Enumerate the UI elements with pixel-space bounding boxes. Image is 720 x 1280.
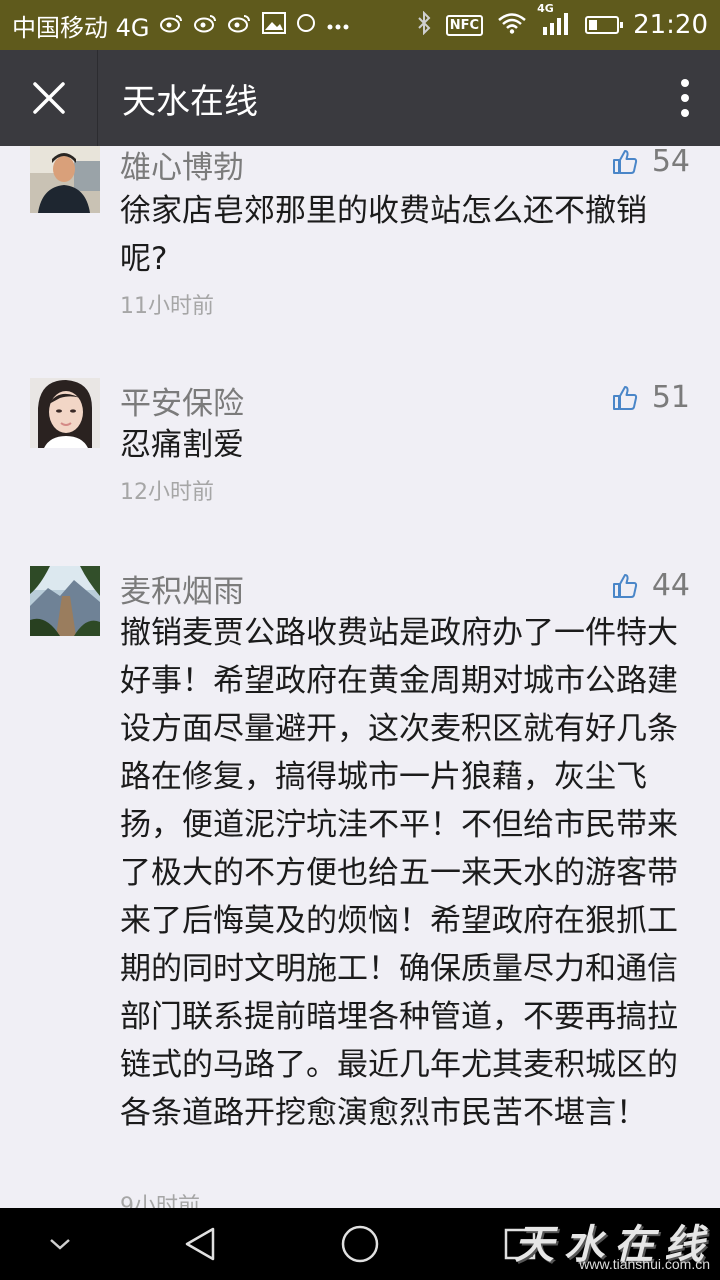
- network-type-label: 4G: [537, 1, 554, 15]
- bluetooth-icon: [416, 10, 432, 40]
- comment-text: 撤销麦贾公路收费站是政府办了一件特大好事！希望政府在黄金周期对城市公路建设方面尽…: [120, 615, 678, 1131]
- status-bar: 中国移动 4G NFC 4G 21:20: [0, 0, 720, 50]
- nav-collapse-button[interactable]: [15, 1208, 105, 1280]
- comment-author: 雄心博勃: [120, 150, 244, 186]
- comment-list[interactable]: 雄心博勃 54 徐家店皂郊那里的收费站怎么还不撤销呢? 11小时前 平安保险 5…: [0, 146, 720, 1208]
- weibo-icon: [159, 13, 184, 38]
- nfc-icon: NFC: [445, 14, 484, 36]
- weibo-icon: [193, 13, 218, 38]
- comment-time: 11小时前: [120, 294, 214, 319]
- nav-back-button[interactable]: [155, 1208, 245, 1280]
- carrier-label: 中国移动 4G: [12, 13, 150, 42]
- chevron-down-icon: [50, 1239, 70, 1250]
- comment-author: 平安保险: [120, 386, 244, 422]
- thumbs-up-icon: [612, 385, 637, 410]
- more-menu-button[interactable]: [650, 50, 720, 146]
- circle-icon: [296, 13, 316, 38]
- like-button[interactable]: 44: [612, 568, 690, 603]
- avatar[interactable]: [30, 378, 100, 448]
- comment-time: 9小时前: [120, 1194, 200, 1208]
- app-header: 天水在线: [0, 50, 720, 146]
- thumbs-up-icon: [612, 149, 637, 174]
- comment-text: 忍痛割爱: [120, 427, 244, 463]
- comment-time: 12小时前: [120, 480, 214, 505]
- page-title: 天水在线: [122, 81, 258, 122]
- thumbs-up-icon: [612, 573, 637, 598]
- like-count: 51: [651, 380, 690, 415]
- battery-icon: [585, 16, 624, 34]
- weibo-icon: [227, 13, 252, 38]
- close-icon: [32, 82, 65, 114]
- more-dots-icon: [326, 14, 350, 36]
- wifi-icon: [497, 12, 527, 39]
- comment-author: 麦积烟雨: [120, 574, 244, 610]
- more-vertical-icon: [681, 79, 689, 117]
- like-button[interactable]: 51: [612, 380, 690, 415]
- back-triangle-icon: [185, 1227, 215, 1261]
- close-button[interactable]: [0, 50, 98, 146]
- home-circle-icon: [341, 1225, 379, 1263]
- nav-home-button[interactable]: [315, 1208, 405, 1280]
- comment-text: 徐家店皂郊那里的收费站怎么还不撤销呢?: [120, 193, 647, 277]
- like-count: 54: [651, 146, 690, 179]
- image-icon: [261, 11, 286, 39]
- signal-icon: 4G: [537, 3, 571, 40]
- avatar[interactable]: [30, 146, 100, 213]
- avatar[interactable]: [30, 566, 100, 636]
- like-count: 44: [651, 568, 690, 603]
- system-nav-bar: 天水在线 www.tianshui.com.cn: [0, 1208, 720, 1280]
- watermark-url: www.tianshui.com.cn: [579, 1256, 710, 1272]
- like-button[interactable]: 54: [612, 146, 690, 179]
- clock: 21:20: [633, 10, 708, 40]
